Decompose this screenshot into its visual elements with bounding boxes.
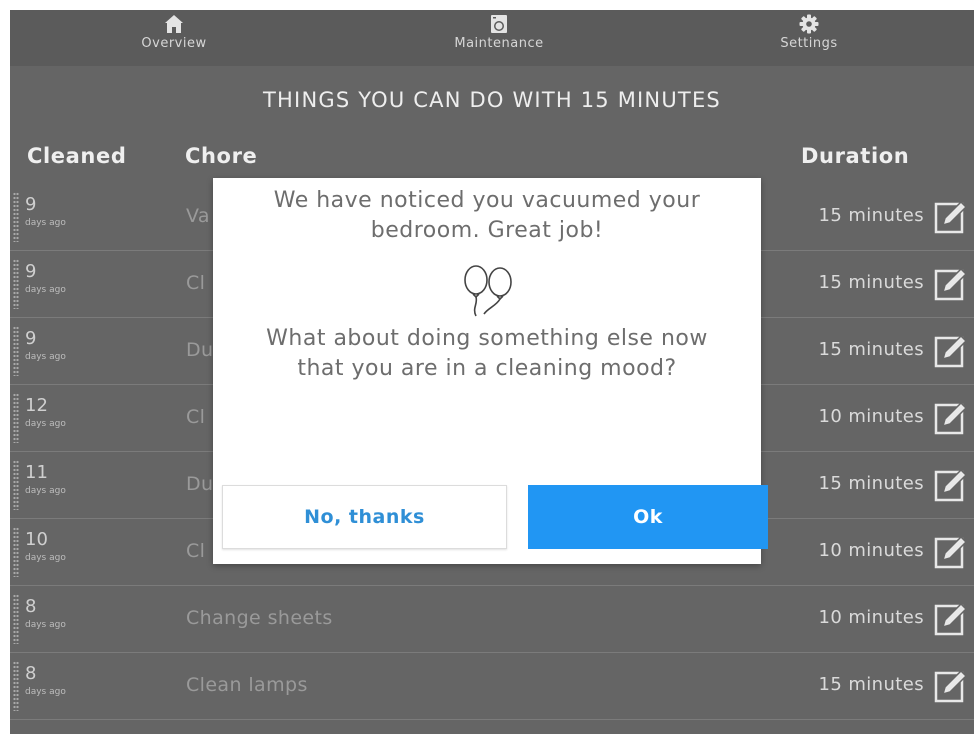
app-screen: Overview Maintenance Settings THINGS YOU…: [10, 10, 974, 734]
edit-icon[interactable]: [934, 198, 970, 234]
days-count: 12: [25, 395, 48, 416]
chore-name: Du: [186, 473, 214, 495]
nav-maintenance-label: Maintenance: [454, 36, 544, 51]
edit-icon[interactable]: [934, 533, 970, 569]
chore-duration: 15 minutes: [818, 339, 924, 360]
balloons-icon: [464, 265, 512, 317]
chore-name: Clean lamps: [186, 674, 308, 696]
dialog-message-suggestion-line1: What about doing something else now: [266, 326, 708, 351]
days-count: 8: [25, 663, 37, 684]
chore-row[interactable]: 8 days ago Change sheets 10 minutes: [10, 586, 974, 653]
drag-handle[interactable]: [13, 527, 19, 577]
gear-icon: [799, 14, 819, 34]
washing-machine-icon: [491, 15, 507, 33]
edit-icon[interactable]: [934, 667, 970, 703]
no-thanks-button[interactable]: No, thanks: [222, 485, 507, 549]
chore-name: Du: [186, 339, 214, 361]
column-header-chore: Chore: [185, 144, 258, 168]
chore-duration: 10 minutes: [818, 540, 924, 561]
drag-handle[interactable]: [13, 259, 19, 309]
chore-name: Change sheets: [186, 607, 333, 629]
edit-icon[interactable]: [934, 600, 970, 636]
days-count: 10: [25, 529, 48, 550]
days-count: 11: [25, 462, 48, 483]
dialog-message-praise-line1: We have noticed you vacuumed your: [273, 188, 701, 213]
days-count: 9: [25, 328, 37, 349]
top-navigation: Overview Maintenance Settings: [10, 10, 974, 66]
days-count: 8: [25, 596, 37, 617]
drag-handle[interactable]: [13, 192, 19, 242]
dialog-message-praise-line2: bedroom. Great job!: [370, 218, 604, 243]
chore-name: Va: [186, 205, 210, 227]
ok-button[interactable]: Ok: [528, 485, 768, 549]
edit-icon[interactable]: [934, 466, 970, 502]
edit-icon[interactable]: [934, 399, 970, 435]
days-count: 9: [25, 194, 37, 215]
edit-icon[interactable]: [934, 332, 970, 368]
days-ago-label: days ago: [25, 285, 66, 295]
column-header-cleaned: Cleaned: [27, 144, 127, 168]
dialog-message-suggestion-line2: that you are in a cleaning mood?: [297, 356, 677, 381]
chore-name: Cl: [186, 540, 206, 562]
chore-name: Cl: [186, 272, 206, 294]
column-header-duration: Duration: [801, 144, 910, 168]
drag-handle[interactable]: [13, 661, 19, 711]
drag-handle[interactable]: [13, 594, 19, 644]
nav-maintenance[interactable]: Maintenance: [439, 14, 559, 51]
nav-overview[interactable]: Overview: [114, 14, 234, 51]
dialog-message-praise: We have noticed you vacuumed your bedroo…: [213, 186, 761, 246]
chore-duration: 15 minutes: [818, 674, 924, 695]
days-ago-label: days ago: [25, 687, 66, 697]
chore-duration: 15 minutes: [818, 205, 924, 226]
chore-duration: 15 minutes: [818, 272, 924, 293]
home-icon: [165, 15, 183, 33]
nav-settings-label: Settings: [780, 36, 838, 51]
chore-row[interactable]: 8 days ago Clean lamps 15 minutes: [10, 653, 974, 720]
drag-handle[interactable]: [13, 460, 19, 510]
days-ago-label: days ago: [25, 218, 66, 228]
edit-icon[interactable]: [934, 265, 970, 301]
days-ago-label: days ago: [25, 352, 66, 362]
days-ago-label: days ago: [25, 620, 66, 630]
dialog-message-suggestion: What about doing something else now that…: [213, 324, 761, 384]
chore-duration: 15 minutes: [818, 473, 924, 494]
nav-settings[interactable]: Settings: [749, 14, 869, 51]
chore-duration: 10 minutes: [818, 607, 924, 628]
chore-duration: 10 minutes: [818, 406, 924, 427]
days-ago-label: days ago: [25, 419, 66, 429]
drag-handle[interactable]: [13, 326, 19, 376]
days-ago-label: days ago: [25, 486, 66, 496]
days-ago-label: days ago: [25, 553, 66, 563]
days-count: 9: [25, 261, 37, 282]
page-title: THINGS YOU CAN DO WITH 15 MINUTES: [263, 88, 721, 112]
nav-overview-label: Overview: [141, 36, 207, 51]
chore-name: Cl: [186, 406, 206, 428]
suggestion-dialog: We have noticed you vacuumed your bedroo…: [213, 178, 768, 564]
drag-handle[interactable]: [13, 393, 19, 443]
